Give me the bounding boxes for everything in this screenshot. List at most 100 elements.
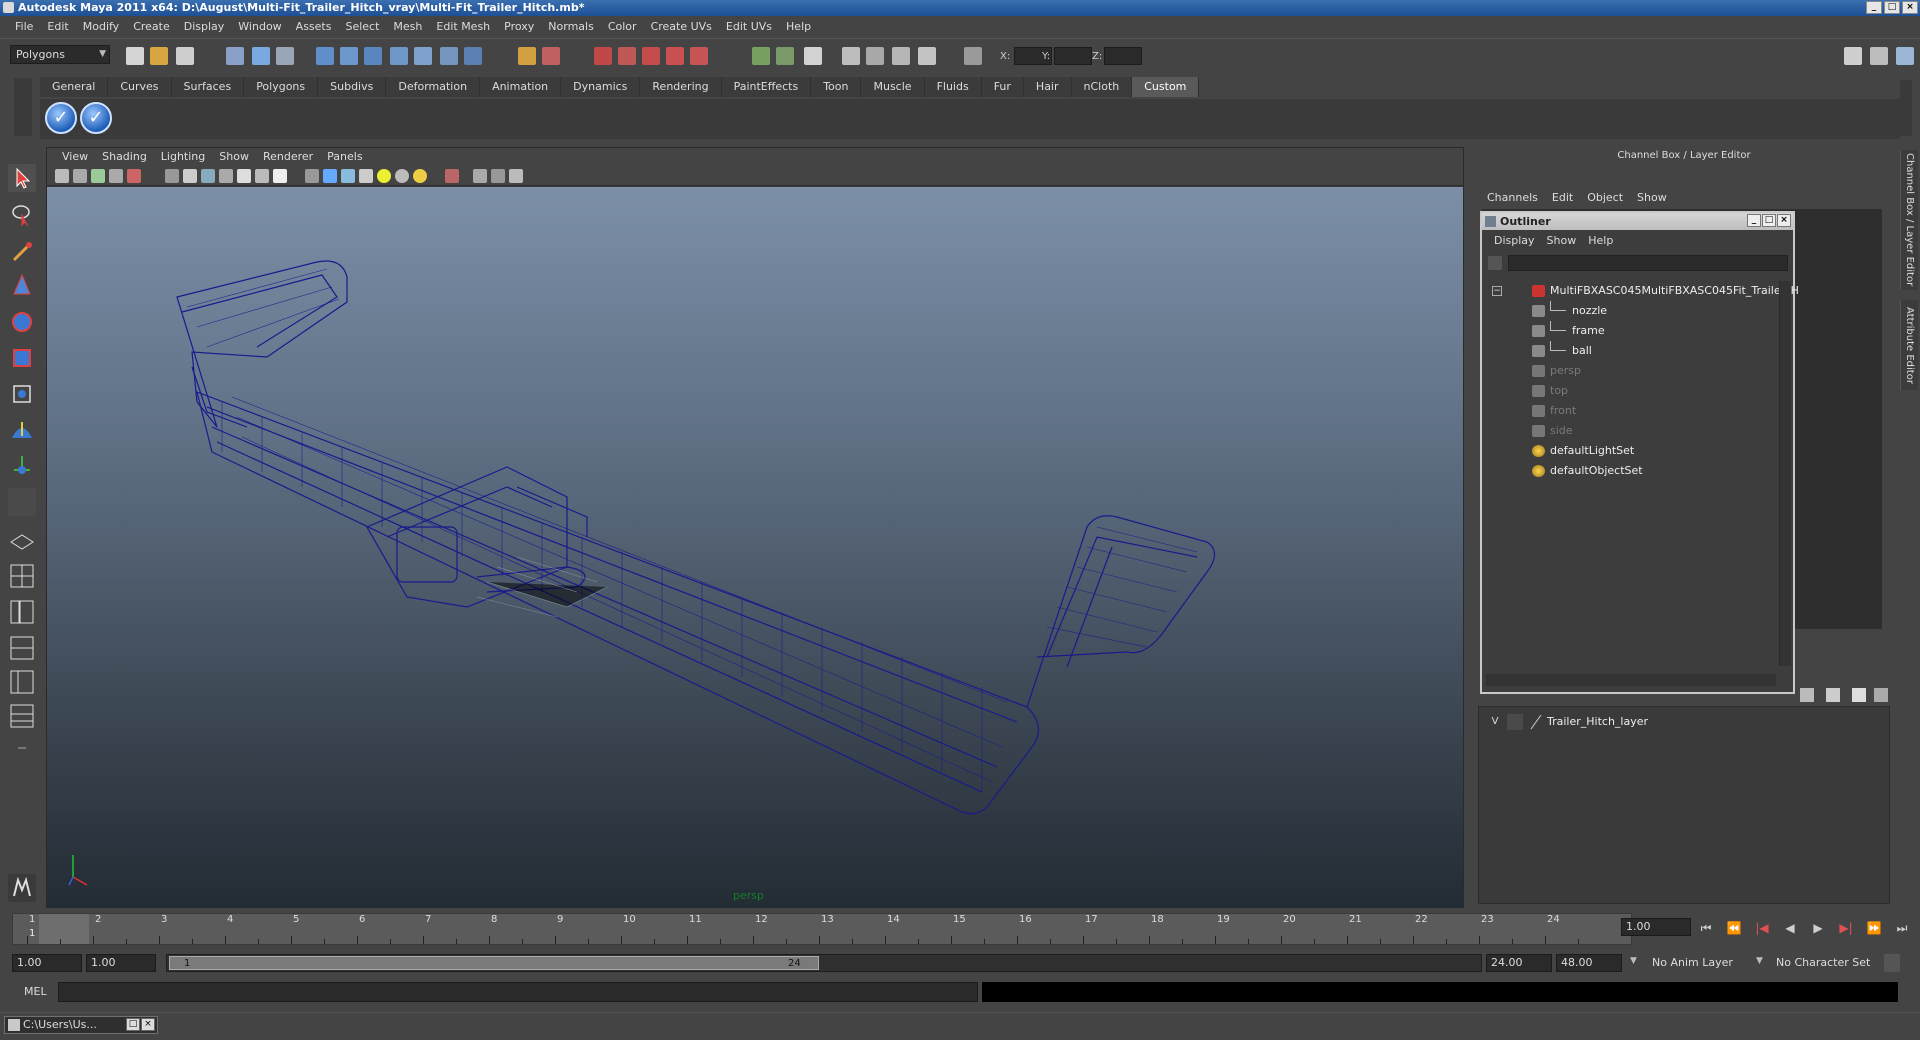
layout-graph-icon[interactable]: [8, 634, 36, 662]
last-tool-icon[interactable]: [8, 488, 36, 516]
vp-menu-view[interactable]: View: [55, 148, 95, 166]
shelf-tab-ncloth[interactable]: nCloth: [1071, 77, 1133, 97]
outliner-vertical-scrollbar[interactable]: [1779, 281, 1791, 666]
outliner-maximize-button[interactable]: □: [1762, 214, 1776, 227]
soft-modification-icon[interactable]: [8, 416, 36, 444]
menu-create-uvs[interactable]: Create UVs: [644, 17, 719, 37]
paint-select-icon[interactable]: [8, 238, 36, 266]
grid-icon[interactable]: [165, 169, 179, 183]
menu-select[interactable]: Select: [338, 17, 386, 37]
filter-icon[interactable]: [1488, 256, 1502, 270]
auto-key-icon[interactable]: [1884, 954, 1900, 972]
minimize-button[interactable]: _: [1866, 1, 1882, 14]
layout-options-icon[interactable]: [8, 734, 36, 762]
layout-hypershade-icon[interactable]: [8, 668, 36, 696]
layer-help-icon[interactable]: [1874, 688, 1888, 702]
vp-menu-panels[interactable]: Panels: [320, 148, 369, 166]
hypershade-icon[interactable]: [666, 47, 684, 65]
z-field[interactable]: [1104, 47, 1142, 65]
cb-menu-edit[interactable]: Edit: [1545, 188, 1580, 208]
select-component-icon[interactable]: [276, 47, 294, 65]
shelf-tab-polygons[interactable]: Polygons: [244, 77, 319, 97]
magnet-icon[interactable]: [542, 47, 560, 65]
menu-assets[interactable]: Assets: [289, 17, 339, 37]
vp-menu-shading[interactable]: Shading: [95, 148, 154, 166]
construction-icon[interactable]: [464, 47, 482, 65]
select-tool-icon[interactable]: [8, 164, 36, 192]
layer-playback-toggle[interactable]: [1507, 714, 1523, 730]
cb-menu-show[interactable]: Show: [1630, 188, 1674, 208]
lasso-tool-icon[interactable]: [8, 200, 36, 228]
shelf-tab-hair[interactable]: Hair: [1023, 77, 1072, 97]
minimized-window-item[interactable]: C:\Users\Us... □ ×: [4, 1016, 158, 1034]
film-gate-icon[interactable]: [183, 169, 197, 183]
xray-joints-icon[interactable]: [491, 169, 505, 183]
manipulator-tool-icon[interactable]: [8, 380, 36, 408]
snap-curve-icon[interactable]: [340, 47, 358, 65]
lock-icon[interactable]: [518, 47, 536, 65]
make-live-icon[interactable]: [414, 47, 432, 65]
play-backwards-icon[interactable]: ◀: [1780, 920, 1800, 936]
outliner-item-defaultlightset[interactable]: defaultLightSet: [1484, 441, 1774, 461]
outliner-title-bar[interactable]: Outliner _ □ ×: [1482, 213, 1793, 230]
outliner-icon[interactable]: [918, 47, 936, 65]
cb-menu-object[interactable]: Object: [1580, 188, 1630, 208]
shelf-tab-general[interactable]: General: [40, 77, 109, 97]
current-time-field[interactable]: 1.00: [1621, 918, 1691, 936]
layer-visibility-toggle[interactable]: V: [1487, 714, 1503, 730]
shelf-scroll[interactable]: [1900, 80, 1912, 136]
textured-icon[interactable]: [359, 169, 373, 183]
ol-menu-show[interactable]: Show: [1541, 231, 1583, 251]
vp-menu-renderer[interactable]: Renderer: [256, 148, 320, 166]
menu-normals[interactable]: Normals: [541, 17, 601, 37]
step-back-key-icon[interactable]: ⏪: [1724, 920, 1744, 936]
history-icon[interactable]: [440, 47, 458, 65]
shelf-tab-fur[interactable]: Fur: [981, 77, 1024, 97]
menu-edit[interactable]: Edit: [40, 17, 75, 37]
character-set-dropdown[interactable]: No Character Set: [1770, 954, 1880, 972]
shadows-icon[interactable]: [413, 169, 427, 183]
layer-editor-icon[interactable]: [892, 47, 910, 65]
maximize-button[interactable]: □: [1884, 1, 1900, 14]
shelf-tab-custom[interactable]: Custom: [1132, 77, 1200, 97]
shelf-tab-rendering[interactable]: Rendering: [640, 77, 722, 97]
animation-end-field[interactable]: 48.00: [1556, 954, 1622, 972]
xray-components-icon[interactable]: [509, 169, 523, 183]
save-scene-icon[interactable]: [176, 47, 194, 65]
channel-box-icon[interactable]: [866, 47, 884, 65]
field-chart-icon[interactable]: [237, 169, 251, 183]
play-forwards-icon[interactable]: ▶: [1808, 920, 1828, 936]
range-slider-track[interactable]: 1 24: [166, 954, 1482, 972]
go-to-start-icon[interactable]: ⏮: [1696, 920, 1716, 936]
shelf-tab-subdivs[interactable]: Subdivs: [318, 77, 387, 97]
outliner-item-frame[interactable]: frame: [1484, 321, 1774, 341]
snap-point-icon[interactable]: [364, 47, 382, 65]
outliner-horizontal-scrollbar[interactable]: [1486, 674, 1776, 686]
menu-create[interactable]: Create: [126, 17, 177, 37]
new-layer-selected-icon[interactable]: [1826, 688, 1840, 702]
bookmark-icon[interactable]: [91, 169, 105, 183]
layout-single-icon[interactable]: [8, 528, 36, 556]
step-back-frame-icon[interactable]: |◀: [1752, 920, 1772, 936]
mel-label[interactable]: MEL: [24, 984, 47, 1000]
outliner-item-group[interactable]: − MultiFBXASC045MultiFBXASC045Fit_Traile…: [1484, 281, 1799, 301]
side-tab-channel-box[interactable]: Channel Box / Layer Editor: [1900, 150, 1918, 290]
toggle-attribute-editor-icon[interactable]: [1844, 47, 1862, 65]
shelf-tab-muscle[interactable]: Muscle: [861, 77, 925, 97]
checkmark-icon[interactable]: ✓: [80, 102, 112, 134]
ipr-render-icon[interactable]: [618, 47, 636, 65]
vp-menu-show[interactable]: Show: [212, 148, 256, 166]
menu-file[interactable]: File: [8, 17, 40, 37]
gate-mask-icon[interactable]: [219, 169, 233, 183]
viewport-canvas[interactable]: persp: [47, 187, 1463, 908]
shelf-tab-toon[interactable]: Toon: [811, 77, 862, 97]
snap-grid-icon[interactable]: [316, 47, 334, 65]
menu-window[interactable]: Window: [231, 17, 288, 37]
camera-select-icon[interactable]: [55, 169, 69, 183]
layout-outliner-icon[interactable]: [8, 598, 36, 626]
toggle-channel-box-icon[interactable]: [1896, 47, 1914, 65]
shelf-tab-animation[interactable]: Animation: [480, 77, 562, 97]
menu-proxy[interactable]: Proxy: [497, 17, 541, 37]
shelf-tab-deformation[interactable]: Deformation: [386, 77, 481, 97]
menu-help[interactable]: Help: [779, 17, 818, 37]
